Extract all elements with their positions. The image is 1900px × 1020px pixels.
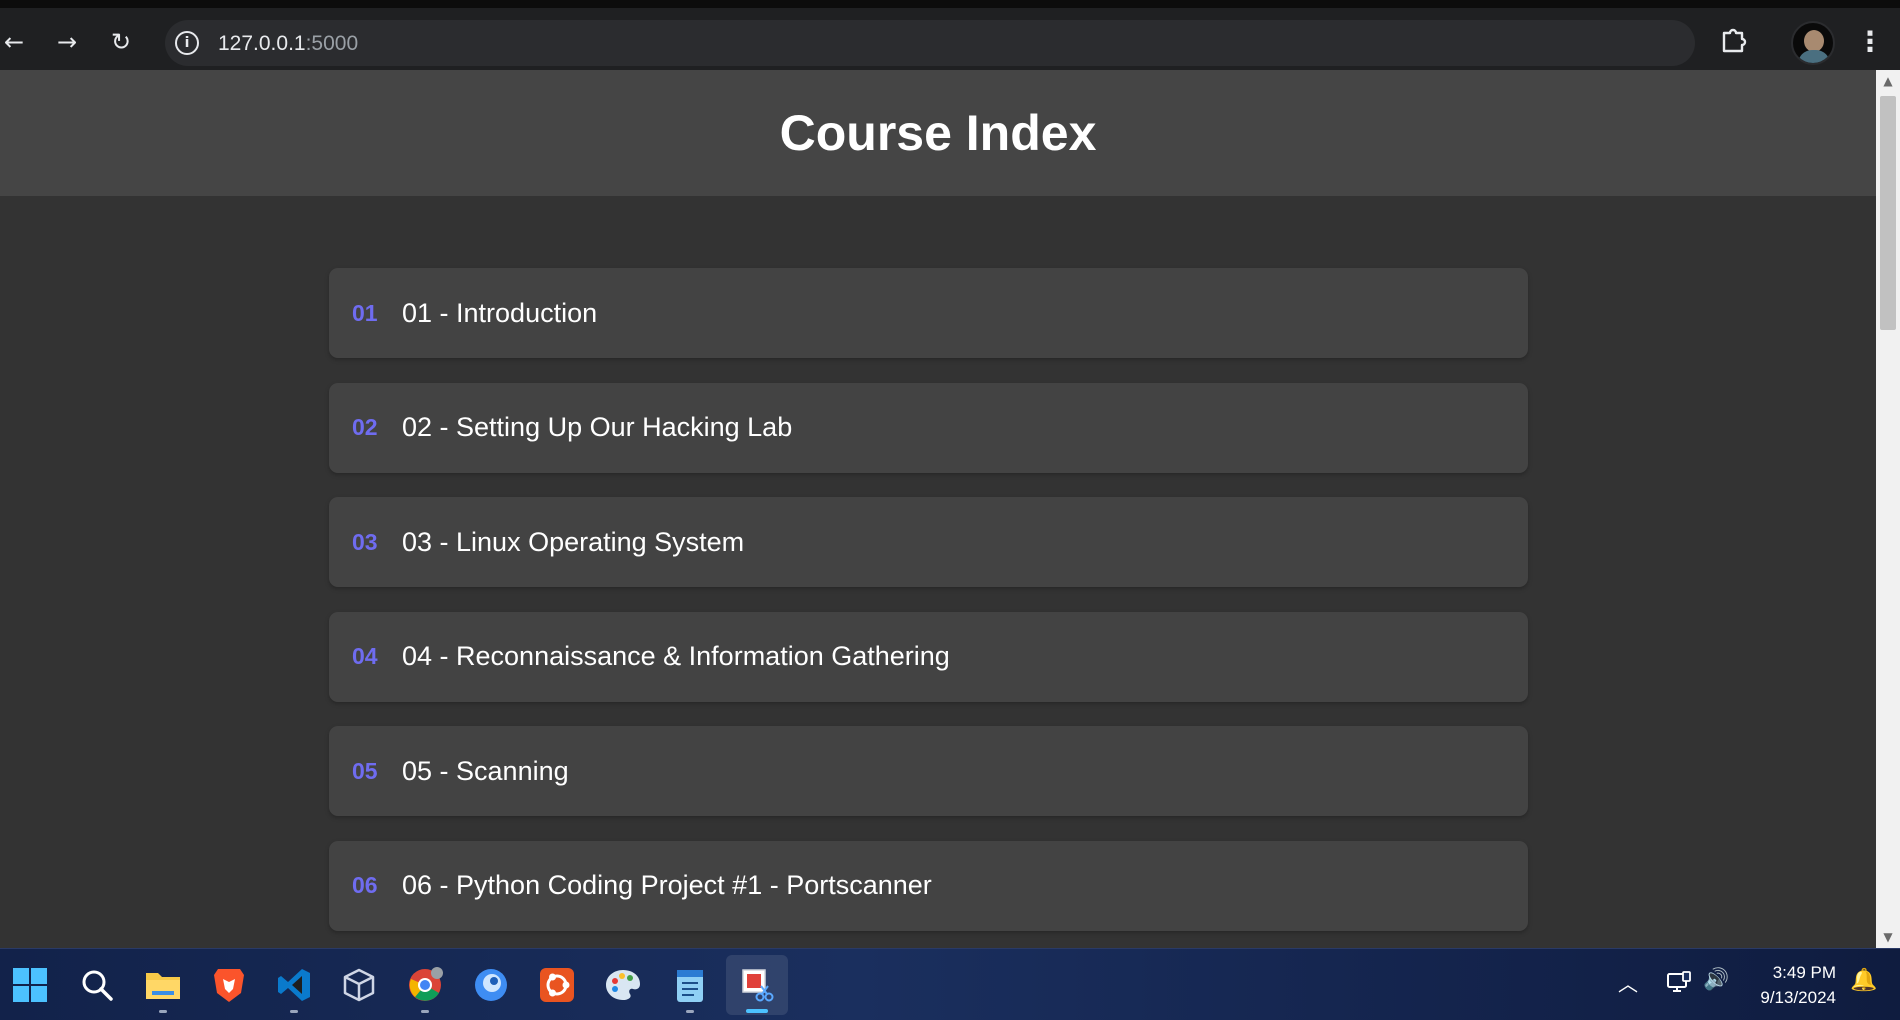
file-explorer-icon[interactable] xyxy=(143,965,183,1013)
url-text[interactable]: 127.0.0.1:5000 xyxy=(218,32,358,56)
brave-browser-icon[interactable] xyxy=(209,965,249,1005)
back-arrow-icon: ← xyxy=(3,28,25,56)
extensions-puzzle-icon[interactable] xyxy=(1719,24,1749,54)
course-list: 01 01 - Introduction 02 02 - Setting Up … xyxy=(329,268,1528,955)
page-header: Course Index xyxy=(0,70,1876,196)
course-item-02[interactable]: 02 02 - Setting Up Our Hacking Lab xyxy=(329,382,1528,473)
page-scrollbar[interactable]: ▲ ▼ xyxy=(1876,70,1900,948)
url-port: :5000 xyxy=(305,32,359,55)
course-number: 04 xyxy=(352,643,378,669)
vscode-icon[interactable] xyxy=(274,965,314,1013)
course-title: 04 - Reconnaissance & Information Gather… xyxy=(402,641,950,671)
clock-date: 9/13/2024 xyxy=(1760,988,1836,1007)
page-title: Course Index xyxy=(779,105,1097,161)
virtualbox-icon[interactable] xyxy=(339,965,379,1005)
forward-button[interactable]: → xyxy=(47,22,87,62)
scroll-up-icon[interactable]: ▲ xyxy=(1876,70,1900,92)
course-title: 01 - Introduction xyxy=(402,297,598,328)
scroll-down-icon[interactable]: ▼ xyxy=(1876,926,1900,948)
network-icon[interactable] xyxy=(1666,971,1692,995)
snipping-tool-icon[interactable] xyxy=(737,965,777,1005)
course-title: 06 - Python Coding Project #1 - Portscan… xyxy=(402,870,932,900)
course-item-04[interactable]: 04 04 - Reconnaissance & Information Gat… xyxy=(329,611,1528,702)
volume-icon[interactable]: 🔊 xyxy=(1703,967,1729,992)
course-number: 03 xyxy=(352,528,378,555)
clock-time: 3:49 PM xyxy=(1772,963,1836,982)
site-info-icon[interactable]: i xyxy=(175,31,199,55)
notepad-icon[interactable] xyxy=(670,965,710,1013)
course-item-01[interactable]: 01 01 - Introduction xyxy=(329,268,1528,358)
reload-icon: ↻ xyxy=(110,28,132,56)
notification-bell-icon[interactable]: 🔔 xyxy=(1850,968,1877,993)
clock[interactable]: 3:49 PM 9/13/2024 xyxy=(1742,960,1836,1010)
browser-menu-icon[interactable]: ⋮ xyxy=(1856,22,1884,62)
profile-avatar[interactable] xyxy=(1791,21,1835,65)
course-title: 05 - Scanning xyxy=(402,755,569,786)
paint-icon[interactable] xyxy=(603,965,643,1005)
active-app-indicator xyxy=(746,1009,768,1013)
forward-arrow-icon: → xyxy=(56,28,78,56)
course-number: 05 xyxy=(352,757,378,784)
search-icon[interactable] xyxy=(77,965,117,1005)
course-item-03[interactable]: 03 03 - Linux Operating System xyxy=(329,497,1528,587)
ubuntu-icon[interactable] xyxy=(537,965,577,1005)
address-bar[interactable]: i 127.0.0.1:5000 ☆ xyxy=(165,20,1824,66)
course-number: 06 xyxy=(352,872,378,898)
course-number: 01 xyxy=(352,299,378,326)
url-host: 127.0.0.1 xyxy=(218,32,306,55)
windows-taskbar xyxy=(0,948,1900,1020)
course-number: 02 xyxy=(352,414,378,440)
course-title: 03 - Linux Operating System xyxy=(402,526,745,557)
tray-overflow-chevron-icon[interactable]: ︿ xyxy=(1618,968,1638,997)
scroll-thumb[interactable] xyxy=(1880,96,1896,330)
browser-toolbar: ← → ↻ i 127.0.0.1:5000 ☆ ⋮ xyxy=(0,0,1900,70)
windows-start-icon[interactable] xyxy=(10,965,50,1005)
course-item-06[interactable]: 06 06 - Python Coding Project #1 - Ports… xyxy=(329,840,1528,931)
reload-button[interactable]: ↻ xyxy=(101,22,141,62)
course-item-05[interactable]: 05 05 - Scanning xyxy=(329,726,1528,816)
back-button[interactable]: ← xyxy=(0,22,34,62)
chrome-icon[interactable] xyxy=(405,965,445,1013)
blue-app-icon[interactable] xyxy=(471,965,511,1005)
course-title: 02 - Setting Up Our Hacking Lab xyxy=(402,412,793,442)
